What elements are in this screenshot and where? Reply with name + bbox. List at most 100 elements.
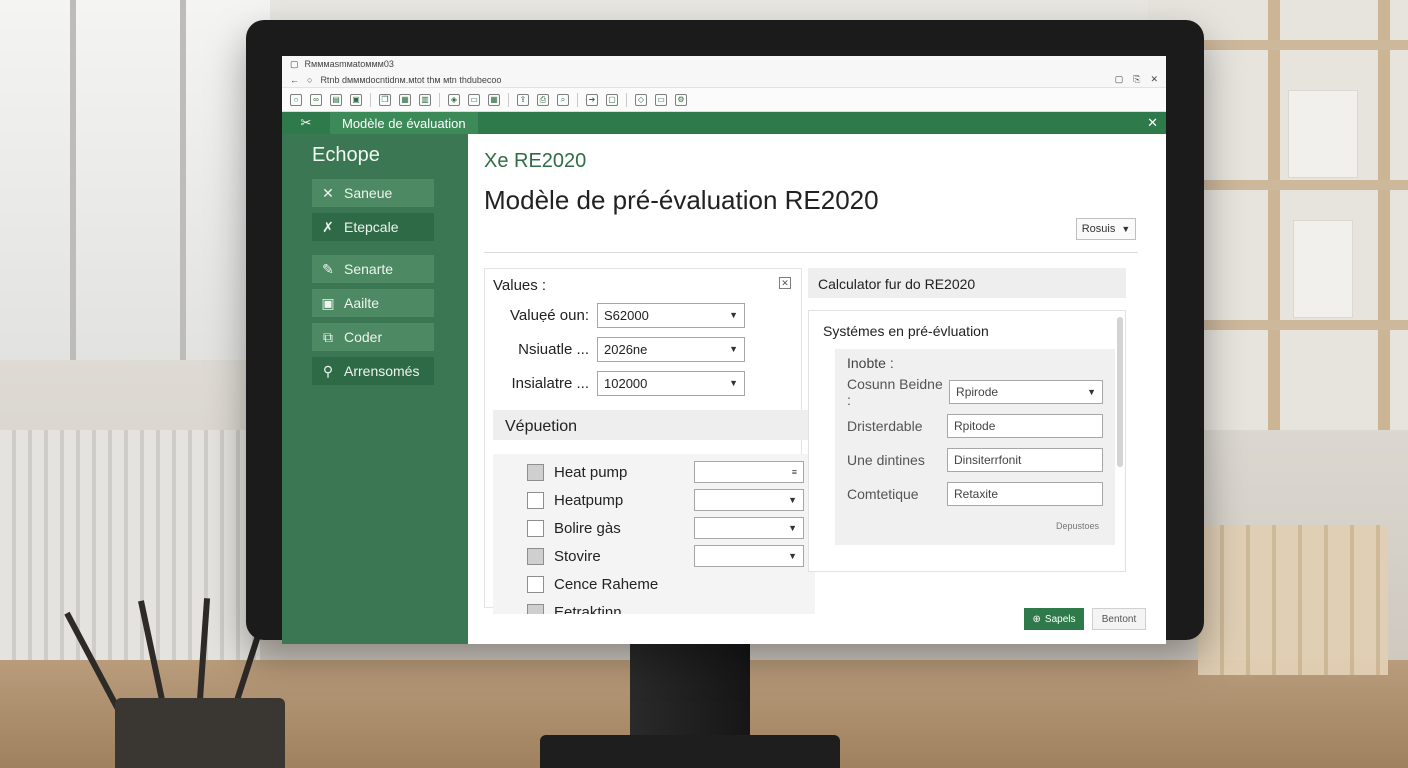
print-icon[interactable]: ⎙ bbox=[537, 93, 549, 106]
sidebar-item-saneue[interactable]: ✕ Saneue bbox=[312, 179, 434, 207]
monitor-foot bbox=[540, 735, 840, 768]
calc-row-4: Comtetique Retaxite bbox=[847, 481, 1103, 507]
tools-icon: ✗ bbox=[322, 218, 334, 235]
save-label: Sapels bbox=[1044, 613, 1076, 625]
inputs-group: Inobte : Cosunn Beidne : Rpirode ▼ Drist… bbox=[835, 349, 1115, 545]
section-title: Vépuetion bbox=[493, 410, 815, 440]
sidebar-item-arrensomes[interactable]: ⚲ Arrensomés bbox=[312, 357, 434, 385]
page-subtitle: Xe RE2020 bbox=[484, 150, 587, 172]
save-icon[interactable]: ▣ bbox=[350, 93, 362, 106]
close-window-button[interactable]: ✕ bbox=[1150, 74, 1158, 85]
list-item: Stovire ▼ bbox=[527, 542, 815, 570]
checkbox[interactable] bbox=[527, 463, 544, 481]
select-value: 102000 bbox=[604, 375, 648, 391]
save-button[interactable]: ⊕ Sapels bbox=[1024, 608, 1084, 630]
sidebar-item-coder[interactable]: ⧉ Coder bbox=[312, 323, 434, 351]
address-bar: ← ○ Rtnb dᴍᴍᴍdocntidnᴍ.ᴍtot thᴍ ᴍtn thdu… bbox=[282, 72, 1166, 88]
monitor-stand bbox=[630, 640, 750, 740]
option-select[interactable]: ▼ bbox=[694, 545, 804, 567]
close-icon[interactable]: ✕ bbox=[779, 277, 791, 289]
tag-icon[interactable]: ◈ bbox=[448, 93, 460, 106]
checkbox[interactable] bbox=[527, 491, 544, 509]
tools-icon[interactable]: ✂ bbox=[282, 115, 330, 131]
list-item: Heat pump ≡ bbox=[527, 458, 815, 486]
minimize-button[interactable]: ▢ bbox=[1115, 74, 1124, 85]
toolbar: ○ ∞ ▤ ▣ ❐ ▦ ▥ ◈ ▭ ▦ ⇪ ⎙ ⌕ ➔ ▢ ◇ ▭ ⚙ bbox=[282, 88, 1166, 112]
folder-open-icon[interactable]: ▭ bbox=[655, 93, 667, 106]
calc-row-1: Cosunn Beidne : Rpirode ▼ bbox=[847, 376, 1103, 408]
option-select[interactable]: ▼ bbox=[694, 489, 804, 511]
restore-button[interactable]: ⎘ bbox=[1133, 74, 1140, 85]
chevron-down-icon: ▼ bbox=[729, 378, 738, 388]
arrow-icon[interactable]: ➔ bbox=[586, 93, 598, 106]
value-select-2[interactable]: 2026ne ▼ bbox=[597, 336, 745, 362]
sidebar-item-aailte[interactable]: ▣ Aailte bbox=[312, 289, 434, 317]
shield-icon[interactable]: ◇ bbox=[635, 93, 647, 106]
link-icon[interactable]: ∞ bbox=[310, 93, 322, 106]
calc-select-1[interactable]: Rpirode ▼ bbox=[949, 380, 1103, 404]
window-icon[interactable]: ▢ bbox=[606, 93, 618, 106]
list-item: Bolire gàs ▼ bbox=[527, 514, 815, 542]
refresh-icon[interactable]: ○ bbox=[307, 75, 312, 85]
calc-input-2[interactable]: Rpitode bbox=[947, 414, 1103, 438]
folder-icon[interactable]: ▭ bbox=[468, 93, 480, 106]
checkbox[interactable] bbox=[527, 519, 544, 537]
settings-icon[interactable]: ⚙ bbox=[675, 93, 687, 106]
ribbon: ✂ Modèle de évaluation ✕ bbox=[282, 112, 1166, 134]
preset-dropdown[interactable]: Rosuis ▼ bbox=[1076, 218, 1136, 240]
grid-icon[interactable]: ▦ bbox=[488, 93, 500, 106]
value-select-1[interactable]: S62000 ▼ bbox=[597, 302, 745, 328]
value-select-3[interactable]: 102000 ▼ bbox=[597, 370, 745, 396]
values-panel: Values : ✕ Valuẹé oun: S62000 ▼ Nsiuatle… bbox=[484, 268, 815, 614]
select-value: Rpirode bbox=[956, 385, 999, 399]
calculator-body-title: Systémes en pré-évluation bbox=[823, 323, 989, 339]
chart-icon[interactable]: ▥ bbox=[419, 93, 431, 106]
pencil-icon: ✎ bbox=[322, 260, 334, 277]
divider bbox=[484, 252, 1138, 253]
calc-row-2: Dristerdable Rpitode bbox=[847, 413, 1103, 439]
sidebar-item-senarte[interactable]: ✎ Senarte bbox=[312, 255, 434, 283]
url-text[interactable]: Rtnb dᴍᴍᴍdocntidnᴍ.ᴍtot thᴍ ᴍtn thdubeco… bbox=[320, 75, 501, 85]
input-value: Dinsiterrfonit bbox=[954, 453, 1022, 467]
monitor: ▢ Rᴍᴍᴍasmᴍatoᴍᴍᴍ03 ← ○ Rtnb dᴍᴍᴍdocntidn… bbox=[246, 20, 1204, 644]
calculator-panel: Calculator fur do RE2020 Systémes en pré… bbox=[808, 268, 1126, 586]
heating-options-list: Heat pump ≡ Heatpump ▼ Bolire gàs ▼ Stov… bbox=[493, 454, 815, 614]
calc-input-4[interactable]: Retaxite bbox=[947, 482, 1103, 506]
page-title: Modèle de pré-évaluation RE2020 bbox=[484, 185, 879, 215]
sidebar-item-etepcale[interactable]: ✗ Etepcale bbox=[312, 213, 434, 241]
sidebar-item-label: Coder bbox=[344, 329, 383, 345]
sidebar-item-label: Senarte bbox=[344, 261, 394, 277]
circle-icon[interactable]: ○ bbox=[290, 93, 302, 106]
filter-icon[interactable]: ⌕ bbox=[557, 93, 569, 106]
option-label: Stovire bbox=[554, 547, 601, 565]
select-value: 2026ne bbox=[604, 341, 648, 357]
footer-actions: ⊕ Sapels Bentont bbox=[1024, 608, 1146, 630]
checkbox[interactable] bbox=[527, 575, 544, 593]
values-heading: Values : bbox=[493, 277, 547, 294]
option-select[interactable]: ≡ bbox=[694, 461, 804, 483]
sidebar-item-label: Saneue bbox=[344, 185, 393, 201]
option-select[interactable]: ▼ bbox=[694, 517, 804, 539]
back-icon[interactable]: ← bbox=[290, 75, 299, 85]
calc-input-3[interactable]: Dinsiterrfonit bbox=[947, 448, 1103, 472]
copy-icon[interactable]: ❐ bbox=[379, 93, 391, 106]
scrollbar[interactable] bbox=[1117, 317, 1123, 467]
chevron-down-icon: ▼ bbox=[729, 310, 738, 320]
share-icon[interactable]: ⇪ bbox=[517, 93, 529, 106]
screen: ▢ Rᴍᴍᴍasmᴍatoᴍᴍᴍ03 ← ○ Rtnb dᴍᴍᴍdocntidn… bbox=[282, 56, 1166, 644]
chevron-down-icon: ▼ bbox=[1087, 387, 1096, 397]
ribbon-tab-model[interactable]: Modèle de évaluation bbox=[330, 112, 478, 134]
window-title: Rᴍᴍᴍasmᴍatoᴍᴍᴍ03 bbox=[304, 59, 394, 69]
paste-icon[interactable]: ▦ bbox=[399, 93, 411, 106]
list-item: Heatpump ▼ bbox=[527, 486, 815, 514]
checkbox[interactable] bbox=[527, 547, 544, 565]
close-icon[interactable]: ✕ bbox=[1147, 115, 1158, 131]
cancel-button[interactable]: Bentont bbox=[1092, 608, 1146, 630]
checkbox[interactable] bbox=[527, 603, 544, 614]
sidebar: Echope ✕ Saneue ✗ Etepcale ✎ Senarte ▣ A… bbox=[282, 134, 468, 644]
app-icon: ▢ bbox=[290, 58, 299, 69]
table-icon[interactable]: ▤ bbox=[330, 93, 342, 106]
list-item: Eetraktinn bbox=[527, 598, 815, 614]
calculator-footer-text: Depustoes bbox=[1055, 521, 1099, 531]
chevron-down-icon: ▼ bbox=[729, 344, 738, 354]
